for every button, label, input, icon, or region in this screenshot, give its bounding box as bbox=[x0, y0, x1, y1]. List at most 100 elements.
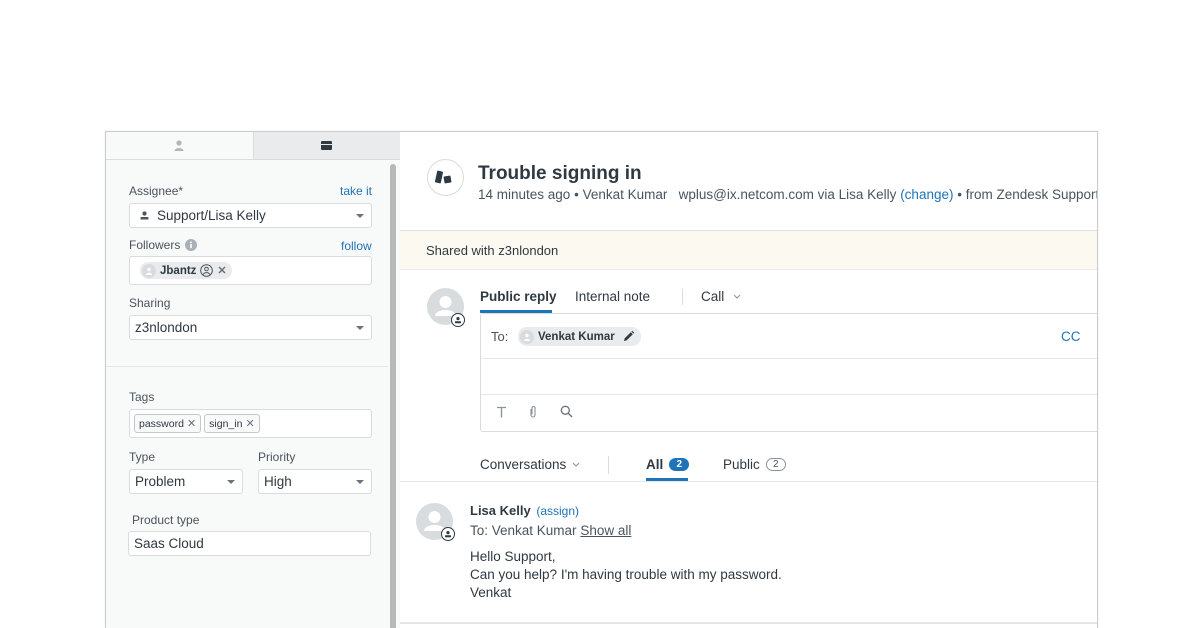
message-divider bbox=[400, 622, 1097, 624]
shared-banner: Shared with z3nlondon bbox=[400, 230, 1097, 270]
sidebar-scrollbar[interactable] bbox=[390, 164, 396, 628]
conversations-filter[interactable]: Conversations bbox=[480, 457, 580, 472]
conversations-label: Conversations bbox=[480, 457, 567, 472]
tab-all-label: All bbox=[646, 457, 664, 472]
pencil-icon[interactable] bbox=[622, 330, 635, 343]
search-icon[interactable] bbox=[560, 405, 573, 423]
tab-separator bbox=[682, 289, 683, 305]
meta-bullet: • bbox=[574, 187, 579, 202]
all-count-badge: 2 bbox=[669, 458, 690, 471]
call-label: Call bbox=[701, 289, 725, 304]
sidebar-tabs bbox=[106, 132, 400, 160]
message-body: Hello Support, Can you help? I'm having … bbox=[470, 548, 782, 602]
avatar bbox=[520, 329, 534, 344]
chevron-down-icon bbox=[572, 462, 580, 467]
to-label: To: bbox=[491, 329, 509, 344]
change-link[interactable]: (change) bbox=[900, 187, 953, 202]
type-select[interactable]: Problem bbox=[129, 469, 243, 494]
chevron-down-icon bbox=[356, 326, 364, 330]
ticket-time-ago: 14 minutes ago bbox=[478, 187, 571, 202]
follow-link[interactable]: follow bbox=[341, 239, 372, 253]
tab-all[interactable]: All 2 bbox=[646, 457, 690, 472]
sharing-select[interactable]: z3nlondon bbox=[129, 315, 372, 340]
recipient-name: Venkat Kumar bbox=[538, 330, 615, 343]
user-circle-icon bbox=[200, 264, 214, 277]
product-type-label: Product type bbox=[132, 513, 200, 527]
message-author: Lisa Kelly bbox=[470, 503, 531, 518]
tab-ticket[interactable] bbox=[253, 132, 400, 159]
zendesk-logo-icon bbox=[434, 170, 452, 184]
product-type-input[interactable]: Saas Cloud bbox=[128, 531, 371, 556]
filter-separator bbox=[608, 456, 609, 474]
remove-tag-icon[interactable]: ✕ bbox=[245, 417, 254, 430]
type-value: Problem bbox=[135, 474, 186, 489]
agent-badge-icon bbox=[441, 527, 455, 541]
tags-label: Tags bbox=[129, 390, 155, 404]
product-type-value: Saas Cloud bbox=[134, 536, 204, 551]
reply-body-input[interactable] bbox=[481, 359, 1097, 394]
follower-pill: Jbantz ✕ bbox=[140, 262, 232, 279]
section-divider bbox=[106, 366, 388, 367]
tab-public[interactable]: Public 2 bbox=[723, 457, 786, 472]
ticket-main: Trouble signing in 14 minutes ago • Venk… bbox=[400, 132, 1098, 628]
follower-name: Jbantz bbox=[160, 264, 197, 277]
card-icon bbox=[321, 141, 333, 150]
attachment-icon[interactable] bbox=[528, 405, 538, 424]
message-to: To: Venkat Kumar bbox=[470, 523, 577, 538]
message-recipients: To: Venkat Kumar Show all bbox=[470, 523, 631, 538]
message-line: Can you help? I'm having trouble with my… bbox=[470, 567, 782, 582]
tag-label: sign_in bbox=[209, 417, 243, 430]
message-line: Hello Support, bbox=[470, 549, 556, 564]
priority-label: Priority bbox=[258, 450, 296, 464]
ticket-requester: Venkat Kumar bbox=[582, 187, 668, 202]
reply-composer: To: Venkat Kumar CC bbox=[480, 313, 1097, 432]
assignee-select[interactable]: Support/Lisa Kelly bbox=[129, 203, 372, 228]
tags-input[interactable]: password ✕ sign_in ✕ bbox=[129, 409, 372, 438]
recipient-pill[interactable]: Venkat Kumar bbox=[518, 327, 641, 346]
cc-link[interactable]: CC bbox=[1061, 329, 1081, 344]
sharing-value: z3nlondon bbox=[135, 320, 198, 335]
assignee-label: Assignee* bbox=[129, 184, 184, 198]
ticket-source: • from Zendesk Support bbox=[957, 187, 1098, 202]
priority-select[interactable]: High bbox=[258, 469, 372, 494]
priority-value: High bbox=[264, 474, 292, 489]
followers-label-group: Followers bbox=[129, 238, 198, 252]
user-icon bbox=[174, 140, 184, 151]
tab-call[interactable]: Call bbox=[701, 289, 741, 304]
chevron-down-icon bbox=[733, 294, 741, 299]
message-line: Venkat bbox=[470, 585, 512, 600]
ticket-window: Assignee* take it Support/Lisa Kelly Fol… bbox=[105, 131, 1098, 628]
remove-follower-icon[interactable]: ✕ bbox=[217, 264, 226, 277]
chevron-down-icon bbox=[356, 480, 364, 484]
followers-input[interactable]: Jbantz ✕ bbox=[129, 256, 372, 285]
agent-icon bbox=[140, 211, 149, 220]
brand-logo bbox=[427, 159, 464, 196]
show-all-link[interactable]: Show all bbox=[580, 523, 631, 538]
tab-internal-note[interactable]: Internal note bbox=[575, 289, 650, 304]
ticket-title: Trouble signing in bbox=[478, 163, 642, 184]
tag-label: password bbox=[139, 417, 184, 430]
message-author-line: Lisa Kelly (assign) bbox=[470, 503, 579, 518]
chevron-down-icon bbox=[227, 480, 235, 484]
avatar bbox=[142, 263, 156, 278]
info-icon[interactable] bbox=[185, 239, 198, 251]
followers-label: Followers bbox=[129, 238, 181, 252]
assignee-value: Support/Lisa Kelly bbox=[157, 208, 266, 223]
tab-requester[interactable] bbox=[106, 132, 254, 159]
sharing-label: Sharing bbox=[129, 296, 171, 310]
tag-chip: password ✕ bbox=[134, 414, 202, 433]
type-label: Type bbox=[129, 450, 156, 464]
agent-badge-icon bbox=[451, 313, 465, 327]
tab-public-reply[interactable]: Public reply bbox=[480, 289, 557, 304]
take-it-link[interactable]: take it bbox=[340, 184, 372, 198]
tag-chip: sign_in ✕ bbox=[204, 414, 260, 433]
remove-tag-icon[interactable]: ✕ bbox=[187, 417, 196, 430]
text-format-icon[interactable] bbox=[496, 405, 507, 423]
chevron-down-icon bbox=[356, 214, 364, 218]
ticket-email-via: wplus@ix.netcom.com via Lisa Kelly bbox=[678, 187, 897, 202]
ticket-meta: 14 minutes ago • Venkat Kumar wplus@ix.n… bbox=[478, 187, 1098, 202]
assign-link[interactable]: (assign) bbox=[536, 504, 579, 518]
conversation-divider bbox=[400, 481, 1097, 482]
public-count-badge: 2 bbox=[765, 458, 786, 471]
composer-divider bbox=[481, 394, 1097, 395]
